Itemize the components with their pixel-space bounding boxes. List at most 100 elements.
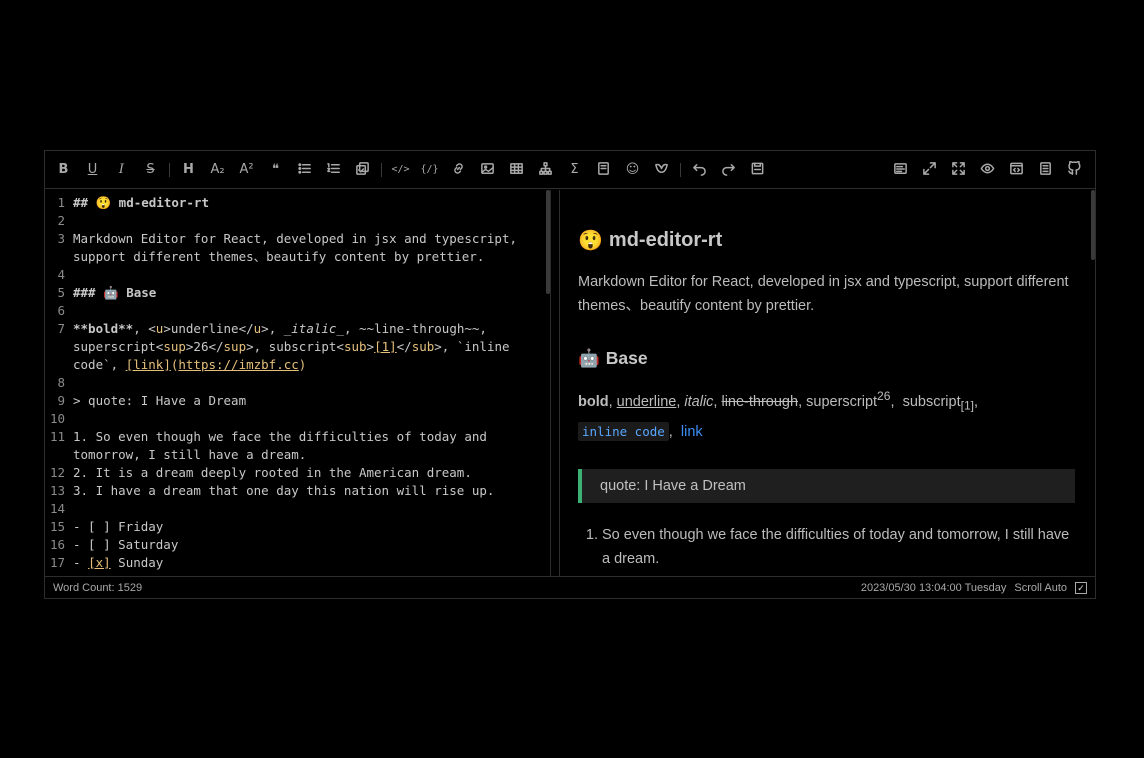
- code-line[interactable]: superscript<sup>26</sup>, subscript<sub>…: [65, 338, 550, 356]
- image-icon: [480, 161, 495, 179]
- toolbar-right: [886, 151, 1089, 189]
- code-line[interactable]: **bold**, <u>underline</u>, _italic_, ~~…: [65, 320, 550, 338]
- katex-button[interactable]: Σ: [560, 156, 589, 184]
- code-row: 16- [ ] Saturday: [45, 536, 550, 554]
- next-button[interactable]: [714, 156, 743, 184]
- code-row: code`, [link](https://imzbf.cc): [45, 356, 550, 374]
- code-line[interactable]: - [ ] Friday: [65, 518, 550, 536]
- page-fullscreen-button[interactable]: [915, 156, 944, 184]
- github-button[interactable]: [1060, 156, 1089, 184]
- task-button[interactable]: [348, 156, 377, 184]
- strikethrough-button[interactable]: S: [136, 156, 165, 184]
- code-line[interactable]: [65, 500, 550, 518]
- line-number: 14: [49, 501, 65, 516]
- image-button[interactable]: [473, 156, 502, 184]
- pane-divider[interactable]: [551, 190, 560, 576]
- line-number: 11: [49, 429, 65, 444]
- line-number: 6: [57, 303, 65, 318]
- preview-bold: bold: [578, 393, 609, 410]
- mermaid-icon: [538, 161, 553, 179]
- preview-scrollbar[interactable]: [1091, 190, 1095, 260]
- code-line[interactable]: - [x] Sunday: [65, 554, 550, 572]
- page-fullscreen-icon: [922, 161, 937, 179]
- code-line[interactable]: ### 🤖 Base: [65, 284, 550, 302]
- preview-strike: line-through: [721, 393, 799, 410]
- preview-ordered-list: So even though we face the difficulties …: [578, 523, 1075, 571]
- code-line[interactable]: [65, 212, 550, 230]
- code-editor[interactable]: 1 ## 😲 md-editor-rt 2 3 Markdown Editor for …: [45, 190, 551, 576]
- underline-button[interactable]: U: [78, 156, 107, 184]
- code-row: support different themes、beautify conten…: [45, 248, 550, 266]
- unordered-list-button[interactable]: [290, 156, 319, 184]
- fullscreen-icon: [951, 161, 966, 179]
- ordered-list-button[interactable]: [319, 156, 348, 184]
- code-line[interactable]: Markdown Editor for React, developed in …: [65, 230, 550, 248]
- save-button[interactable]: [743, 156, 772, 184]
- table-button[interactable]: [502, 156, 531, 184]
- code-row: 1 ## 😲 md-editor-rt: [45, 194, 550, 212]
- preview-pane: 😲 md-editor-rt Markdown Editor for React…: [560, 190, 1095, 576]
- note-button[interactable]: [589, 156, 618, 184]
- emoji-button[interactable]: ☺: [618, 156, 647, 184]
- title-button[interactable]: H: [174, 156, 203, 184]
- link-button[interactable]: [444, 156, 473, 184]
- next-icon: [721, 161, 736, 179]
- catalog-button[interactable]: [1031, 156, 1060, 184]
- code-row: 13 3. I have a dream that one day this na…: [45, 482, 550, 500]
- code-line[interactable]: > quote: I Have a Dream: [65, 392, 550, 410]
- code-line[interactable]: 1. So even though we face the difficulti…: [65, 428, 550, 446]
- code-line[interactable]: [65, 410, 550, 428]
- line-number: 10: [49, 411, 65, 426]
- code-line[interactable]: tomorrow, I still have a dream.: [65, 446, 550, 464]
- line-number: 17: [49, 555, 65, 570]
- code-line[interactable]: [65, 374, 550, 392]
- katex-icon: Σ: [570, 162, 579, 177]
- table-icon: [509, 161, 524, 179]
- code-row: 12 2. It is a dream deeply rooted in the …: [45, 464, 550, 482]
- code-row: 3 Markdown Editor for React, developed in…: [45, 230, 550, 248]
- line-number: 5: [57, 285, 65, 300]
- line-number: 3: [57, 231, 65, 246]
- superscript-icon: A²: [239, 162, 254, 177]
- bold-button[interactable]: B: [49, 156, 78, 184]
- code-line[interactable]: - [ ] Saturday: [65, 536, 550, 554]
- code-line[interactable]: support different themes、beautify conten…: [65, 248, 550, 266]
- word-count-value: 1529: [117, 581, 143, 594]
- code-row: superscript<sup>26</sup>, subscript<sub>…: [45, 338, 550, 356]
- italic-button[interactable]: I: [107, 156, 136, 184]
- code-row: 6: [45, 302, 550, 320]
- revoke-button[interactable]: [685, 156, 714, 184]
- html-preview-button[interactable]: [1002, 156, 1031, 184]
- preview-list-item: So even though we face the difficulties …: [602, 523, 1075, 571]
- word-count-label: Word Count:: [53, 581, 115, 594]
- code-line[interactable]: 3. I have a dream that one day this nati…: [65, 482, 550, 500]
- code-block-button[interactable]: {/}: [415, 156, 444, 184]
- code-line[interactable]: [65, 266, 550, 284]
- line-number: 7: [57, 321, 65, 336]
- preview-link[interactable]: link: [681, 424, 703, 440]
- prettier-button[interactable]: [886, 156, 915, 184]
- editor-panes: 1 ## 😲 md-editor-rt 2 3 Markdown Editor for …: [45, 190, 1095, 576]
- code-scrollbar[interactable]: [546, 190, 550, 294]
- preview-button[interactable]: [973, 156, 1002, 184]
- mark-button[interactable]: [647, 156, 676, 184]
- scroll-auto-checkbox[interactable]: ✓: [1075, 581, 1087, 594]
- toolbar-divider: [169, 162, 170, 177]
- subscript-button[interactable]: A₂: [203, 156, 232, 184]
- toolbar-left: B U I S H A₂ A² ❝ </> {/} Σ ☺: [49, 156, 772, 184]
- code-line[interactable]: [65, 302, 550, 320]
- fullscreen-button[interactable]: [944, 156, 973, 184]
- mermaid-button[interactable]: [531, 156, 560, 184]
- code-line[interactable]: 2. It is a dream deeply rooted in the Am…: [65, 464, 550, 482]
- prettier-icon: [893, 161, 908, 179]
- toolbar-divider: [680, 162, 681, 177]
- preview-underline: underline: [616, 393, 677, 410]
- quote-button[interactable]: ❝: [261, 156, 290, 184]
- footer-right: 2023/05/30 13:04:00 Tuesday Scroll Auto …: [861, 581, 1087, 594]
- superscript-button[interactable]: A²: [232, 156, 261, 184]
- code-row-button[interactable]: </>: [386, 156, 415, 184]
- code-line[interactable]: code`, [link](https://imzbf.cc): [65, 356, 550, 374]
- preview-h3: 🤖 Base: [578, 348, 1075, 369]
- quote-icon: ❝: [272, 162, 279, 177]
- code-line[interactable]: ## 😲 md-editor-rt: [65, 194, 550, 212]
